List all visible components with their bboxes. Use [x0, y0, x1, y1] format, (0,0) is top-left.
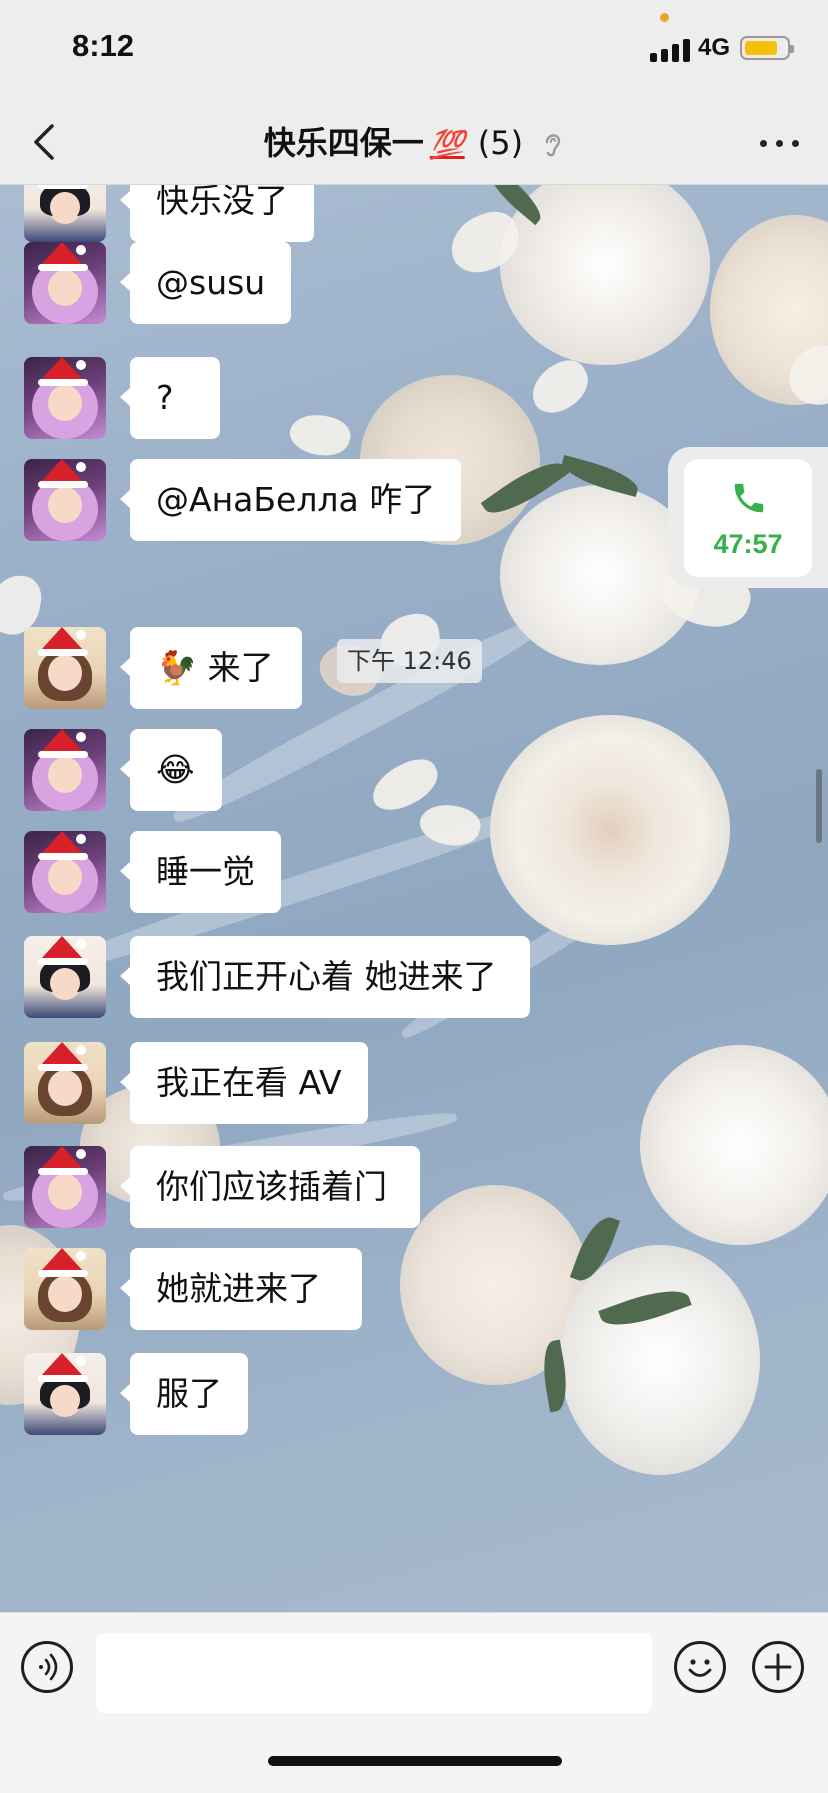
message-bubble[interactable]: 她就进来了	[120, 1248, 362, 1330]
emoji-button[interactable]	[674, 1641, 726, 1693]
scrollbar[interactable]	[816, 769, 822, 843]
chat-message-area[interactable]: 快乐没了 @susu? @АнаБелла 咋了 🐓 来了 😂 睡一觉我们正开心着 她进来…	[0, 185, 828, 1612]
voice-button[interactable]	[21, 1641, 73, 1693]
message-bubble[interactable]: 你们应该插着门	[120, 1146, 420, 1228]
message-input[interactable]	[96, 1633, 652, 1713]
call-card[interactable]: 47:57	[684, 459, 812, 577]
message-bubble[interactable]: @susu	[119, 242, 292, 324]
message-bubble[interactable]: ?	[120, 357, 220, 439]
message-bubble[interactable]: 快乐没了	[120, 185, 314, 242]
network-type: 4G	[698, 34, 731, 61]
avatar-snow-white[interactable]	[24, 185, 106, 242]
privacy-indicator-dot	[660, 13, 669, 22]
message-bubble[interactable]: 我正在看 AV	[120, 1042, 368, 1124]
hundred-points-emoji: 💯	[429, 128, 465, 161]
plus-icon	[764, 1653, 792, 1681]
home-indicator[interactable]	[268, 1756, 562, 1766]
more-options-button[interactable]	[758, 130, 802, 154]
ear-icon	[546, 134, 561, 157]
voice-icon	[39, 1653, 58, 1681]
avatar-anime-girl[interactable]	[24, 1146, 106, 1228]
signal-icon	[650, 38, 692, 62]
message-bubble[interactable]: @АнаБелла 咋了	[119, 459, 462, 541]
message-bubble[interactable]: 睡一觉	[120, 831, 281, 913]
plus-button[interactable]	[752, 1641, 804, 1693]
chat-header: 快乐四保一 💯 (5)	[0, 100, 828, 185]
group-name: 快乐四保一	[263, 124, 424, 162]
avatar-anime-girl[interactable]	[24, 357, 106, 439]
phone-icon	[734, 483, 764, 513]
more-dots-icon	[760, 140, 767, 147]
member-count: (5)	[477, 124, 524, 162]
message-bubble[interactable]: 🐓 来了	[120, 627, 302, 709]
avatar-snow-white[interactable]	[24, 1353, 106, 1435]
smiley-icon	[688, 1659, 712, 1677]
avatar-snow-white[interactable]	[24, 936, 106, 1018]
chat-title: 快乐四保一 💯 (5)	[0, 118, 828, 164]
ongoing-call-widget[interactable]: 47:57	[668, 447, 828, 588]
battery-icon	[740, 36, 794, 60]
avatar-anime-girl[interactable]	[24, 831, 106, 913]
avatar-anime-girl[interactable]	[24, 459, 106, 541]
call-duration: 47:57	[713, 529, 783, 559]
message-bubble[interactable]: 服了	[120, 1353, 248, 1435]
avatar-photo-girl[interactable]	[24, 1042, 106, 1124]
message-bubble[interactable]: 😂	[120, 729, 222, 811]
status-time: 8:12	[72, 28, 135, 63]
avatar-photo-girl[interactable]	[24, 627, 106, 709]
battery-fill	[745, 41, 777, 55]
avatar-anime-girl[interactable]	[24, 729, 106, 811]
avatar-anime-girl[interactable]	[24, 242, 106, 324]
message-timestamp: 下午 12:46	[337, 639, 482, 683]
status-bar: 8:12 4G	[0, 0, 828, 100]
message-bubble[interactable]: 我们正开心着 她进来了	[120, 936, 530, 1018]
avatar-photo-girl[interactable]	[24, 1248, 106, 1330]
